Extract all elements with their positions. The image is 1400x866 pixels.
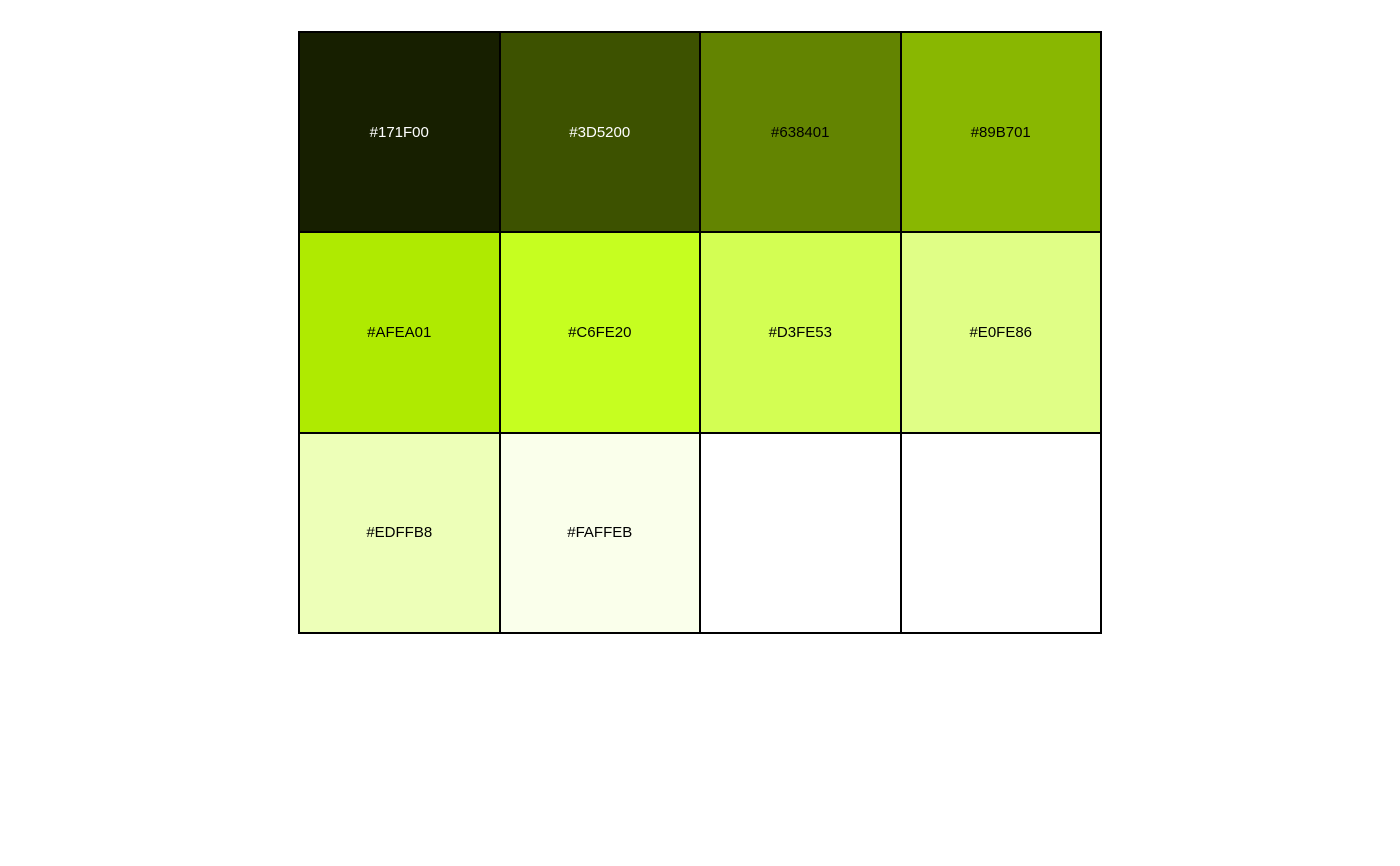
color-swatch: #3D5200 bbox=[500, 33, 701, 234]
empty-swatch bbox=[701, 433, 902, 634]
color-swatch: #171F00 bbox=[300, 33, 501, 234]
color-swatch: #D3FE53 bbox=[701, 233, 902, 434]
color-swatch: #E0FE86 bbox=[901, 233, 1102, 434]
color-swatch: #C6FE20 bbox=[500, 233, 701, 434]
color-swatch-grid: #171F00 #3D5200 #638401 #89B701 #AFEA01 … bbox=[298, 31, 1102, 634]
color-swatch: #89B701 bbox=[901, 33, 1102, 234]
empty-swatch bbox=[901, 433, 1102, 634]
color-swatch: #AFEA01 bbox=[300, 233, 501, 434]
color-swatch: #FAFFEB bbox=[500, 433, 701, 634]
color-swatch: #638401 bbox=[701, 33, 902, 234]
color-swatch: #EDFFB8 bbox=[300, 433, 501, 634]
